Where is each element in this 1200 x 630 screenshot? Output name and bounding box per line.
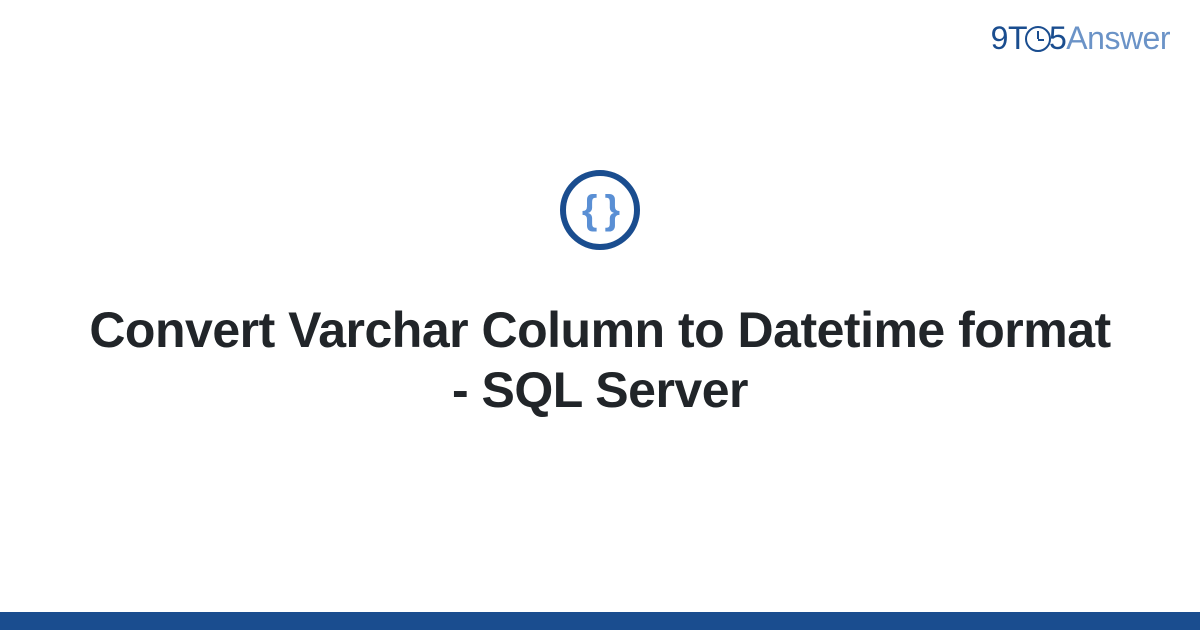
- clock-icon: [1025, 26, 1051, 52]
- main-content: { } Convert Varchar Column to Datetime f…: [0, 0, 1200, 630]
- logo-text-5: 5: [1049, 20, 1066, 56]
- page-title: Convert Varchar Column to Datetime forma…: [80, 300, 1120, 420]
- brand-logo: 9T 5Answer: [991, 20, 1170, 57]
- footer-bar: [0, 612, 1200, 630]
- logo-text-9t: 9T: [991, 20, 1027, 56]
- logo-text-answer: Answer: [1066, 20, 1170, 56]
- code-braces-icon: { }: [582, 188, 618, 233]
- category-icon-circle: { }: [560, 170, 640, 250]
